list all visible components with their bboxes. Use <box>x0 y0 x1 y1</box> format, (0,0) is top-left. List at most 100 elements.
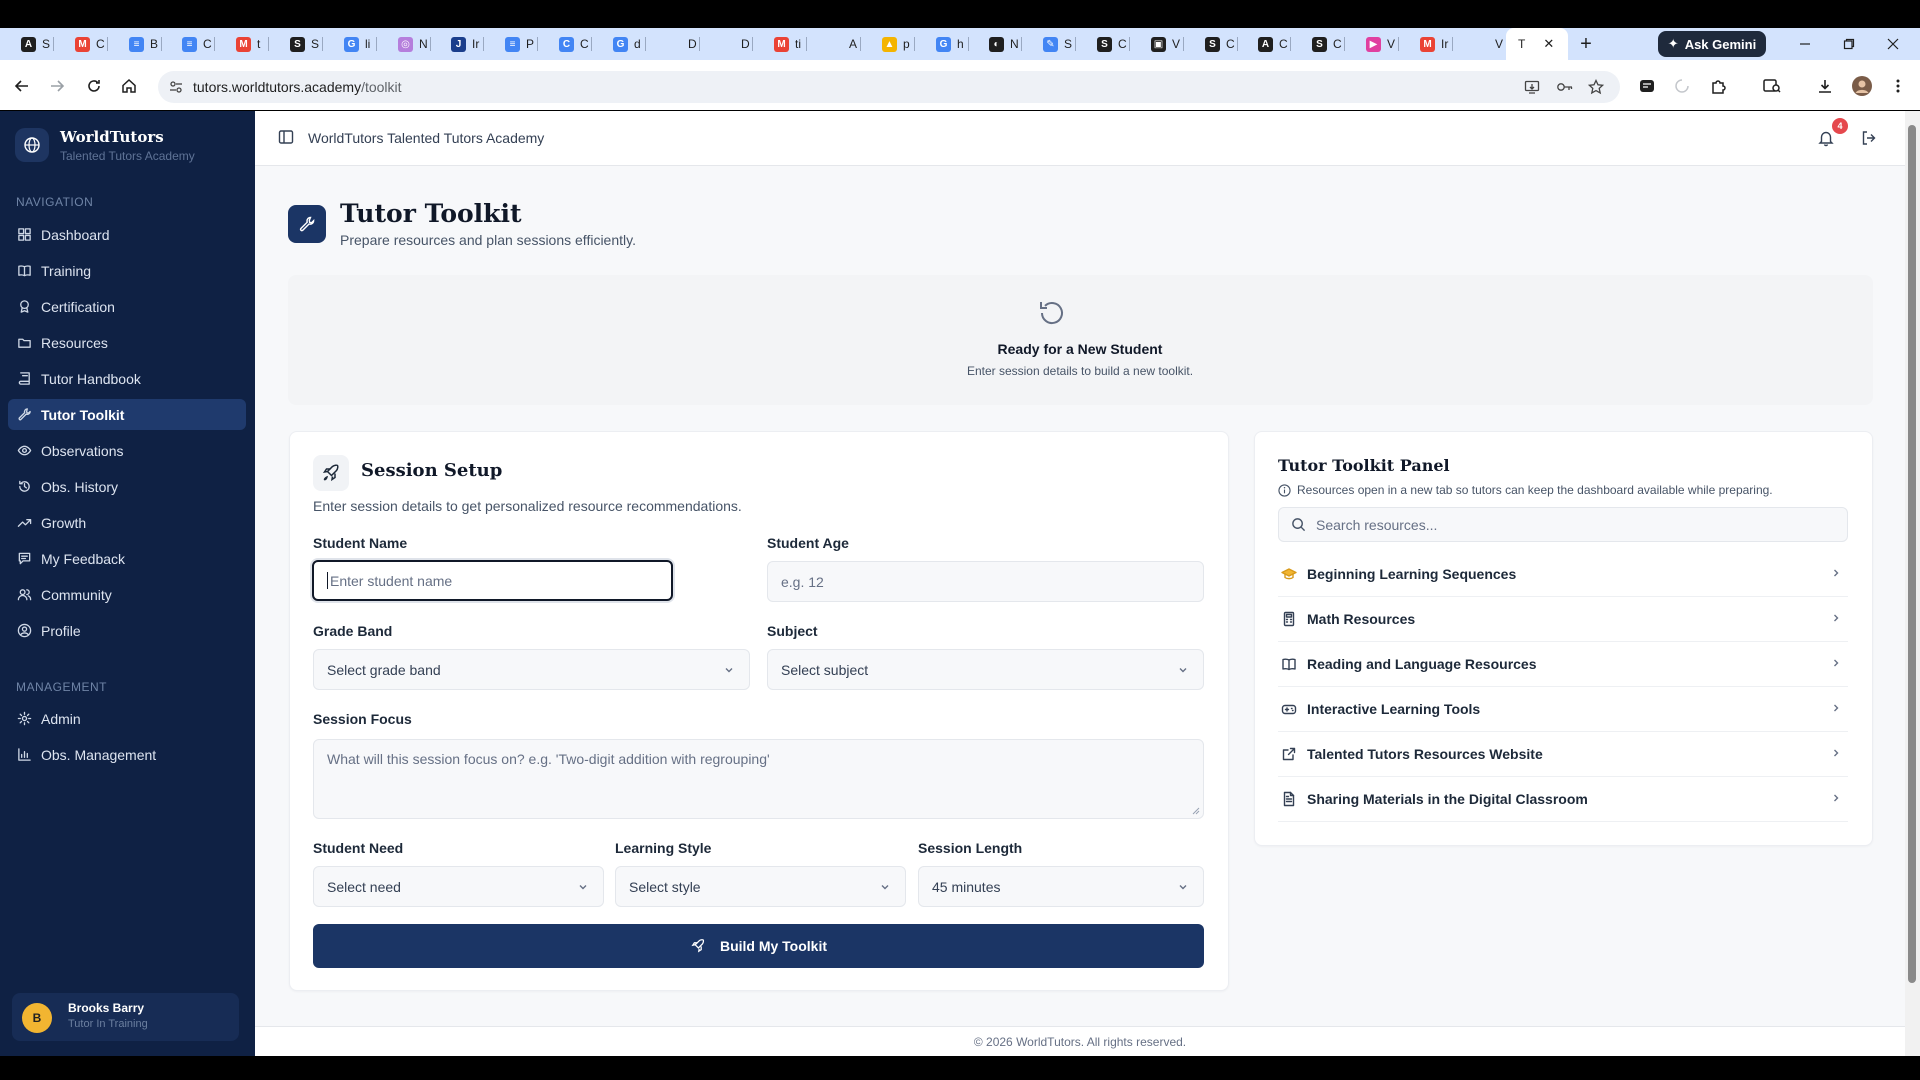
user-card[interactable]: B Brooks Barry Tutor In Training <box>12 993 239 1041</box>
browser-tab[interactable]: Mti <box>753 28 807 60</box>
install-app-icon[interactable] <box>1524 79 1540 95</box>
browser-tab[interactable]: J Ir <box>430 28 484 60</box>
sidebar-item-training[interactable]: Training <box>8 255 246 286</box>
sidebar-item-certification[interactable]: Certification <box>8 291 246 322</box>
password-key-icon[interactable] <box>1556 79 1574 95</box>
forward-button[interactable] <box>45 74 69 98</box>
ask-gemini-button[interactable]: ✦ Ask Gemini <box>1658 31 1766 57</box>
browser-tab[interactable]: D <box>699 28 753 60</box>
student-age-input[interactable]: e.g. 12 <box>767 561 1204 602</box>
resource-item[interactable]: Sharing Materials in the Digital Classro… <box>1278 777 1848 822</box>
resource-item[interactable]: Interactive Learning Tools <box>1278 687 1848 732</box>
sidebar-item-observations[interactable]: Observations <box>8 435 246 466</box>
new-tab-button[interactable]: + <box>1572 28 1600 60</box>
browser-tab[interactable]: ◎ N <box>377 28 431 60</box>
page-title: Tutor Toolkit <box>340 199 522 228</box>
sidebar-item-label: Profile <box>41 622 81 639</box>
tab-favicon-icon: ≡ <box>182 36 197 52</box>
browser-tab[interactable]: SS <box>269 28 323 60</box>
sidebar-item-growth[interactable]: Growth <box>8 507 246 538</box>
browser-tab[interactable]: SC <box>1184 28 1238 60</box>
browser-tab[interactable]: ≡ P <box>484 28 538 60</box>
resize-handle-icon[interactable] <box>1192 807 1200 815</box>
tab-favicon-icon: ▶ <box>1366 36 1381 52</box>
build-toolkit-button[interactable]: Build My Toolkit <box>313 924 1204 968</box>
home-button[interactable] <box>117 74 141 98</box>
browser-tab[interactable]: ▲ p <box>861 28 915 60</box>
resource-item-label: Sharing Materials in the Digital Classro… <box>1307 791 1588 807</box>
back-button[interactable] <box>10 74 34 98</box>
subject-select[interactable]: Select subject <box>767 649 1204 690</box>
browser-tab[interactable]: V <box>1453 28 1507 60</box>
sidebar-item-obs-history[interactable]: Obs. History <box>8 471 246 502</box>
sidebar-item-dashboard[interactable]: Dashboard <box>8 219 246 250</box>
restore-window-button[interactable] <box>1827 28 1871 60</box>
browser-tab[interactable]: SC <box>1291 28 1345 60</box>
session-length-select[interactable]: 45 minutes <box>918 866 1204 907</box>
tab-label: Ir <box>472 37 480 51</box>
address-bar[interactable]: tutors.worldtutors.academy/toolkit <box>158 71 1620 103</box>
tab-label: h <box>957 37 964 51</box>
tab-favicon-icon: ✎ <box>1043 36 1058 52</box>
browser-tab[interactable]: Gh <box>915 28 969 60</box>
resource-search-input[interactable]: Search resources... <box>1278 507 1848 542</box>
browser-tab[interactable]: Gd <box>592 28 646 60</box>
session-focus-textarea[interactable]: What will this session focus on? e.g. 'T… <box>313 739 1204 819</box>
browser-tab[interactable]: D <box>646 28 700 60</box>
browser-tab[interactable]: ≡ C <box>161 28 215 60</box>
sidebar-item-admin[interactable]: Admin <box>8 703 246 734</box>
resource-item[interactable]: Math Resources <box>1278 597 1848 642</box>
browser-tab[interactable]: AC <box>1237 28 1291 60</box>
grade-band-select[interactable]: Select grade band <box>313 649 750 690</box>
close-tab-icon[interactable]: ✕ <box>1543 36 1554 52</box>
browser-tab[interactable]: CC <box>538 28 592 60</box>
sidebar-item-community[interactable]: Community <box>8 579 246 610</box>
browser-tab[interactable]: M Ir <box>1399 28 1453 60</box>
browser-tab[interactable]: SC <box>1076 28 1130 60</box>
logout-icon[interactable] <box>1861 130 1877 146</box>
learning-style-select[interactable]: Select style <box>615 866 906 907</box>
student-name-input[interactable]: Enter student name <box>312 560 673 601</box>
student-need-select[interactable]: Select need <box>313 866 604 907</box>
scrollbar-thumb[interactable] <box>1908 125 1916 983</box>
reload-button[interactable] <box>82 74 106 98</box>
tab-favicon-icon: ≡ <box>505 36 520 52</box>
resource-item[interactable]: Reading and Language Resources <box>1278 642 1848 687</box>
chevron-right-icon <box>1830 612 1842 624</box>
sidebar-item-profile[interactable]: Profile <box>8 615 246 646</box>
tab-favicon-icon: M <box>1420 36 1435 52</box>
avatar: B <box>22 1003 52 1033</box>
browser-tab[interactable]: MC <box>54 28 108 60</box>
sidebar-item-tutor-handbook[interactable]: Tutor Handbook <box>8 363 246 394</box>
resource-item[interactable]: Talented Tutors Resources Website <box>1278 732 1848 777</box>
sidebar-item-obs-management[interactable]: Obs. Management <box>8 739 246 770</box>
browser-tab[interactable]: ◐ N <box>968 28 1022 60</box>
browser-menu-icon[interactable] <box>1886 74 1910 98</box>
tab-label: C <box>96 37 105 51</box>
sidebar-item-tutor-toolkit[interactable]: Tutor Toolkit <box>8 399 246 430</box>
site-info-icon[interactable] <box>168 79 184 95</box>
extensions-puzzle-icon[interactable] <box>1707 74 1731 98</box>
browser-tab[interactable]: A <box>807 28 861 60</box>
browser-tab-active[interactable]: T ✕ <box>1506 28 1568 60</box>
browser-tab[interactable]: Gli <box>323 28 377 60</box>
extension-chat-icon[interactable] <box>1635 74 1659 98</box>
bookmark-star-icon[interactable] <box>1588 79 1604 95</box>
sidebar-item-my-feedback[interactable]: My Feedback <box>8 543 246 574</box>
bell-icon[interactable] <box>1817 129 1835 147</box>
tab-search-icon[interactable] <box>1760 74 1784 98</box>
close-window-button[interactable] <box>1871 28 1915 60</box>
browser-tab[interactable]: AS <box>0 28 54 60</box>
minimize-window-button[interactable] <box>1783 28 1827 60</box>
browser-tab[interactable]: ≡ B <box>108 28 162 60</box>
profile-avatar-icon[interactable] <box>1850 74 1874 98</box>
browser-tab[interactable]: ✎ S <box>1022 28 1076 60</box>
session-focus-label: Session Focus <box>313 711 412 727</box>
sidebar-toggle-icon[interactable] <box>278 129 294 145</box>
sidebar-item-resources[interactable]: Resources <box>8 327 246 358</box>
browser-tab[interactable]: ▣ V <box>1130 28 1184 60</box>
browser-tab[interactable]: Mt <box>215 28 269 60</box>
browser-tab[interactable]: ▶ V <box>1345 28 1399 60</box>
downloads-icon[interactable] <box>1813 74 1837 98</box>
resource-item[interactable]: Beginning Learning Sequences <box>1278 552 1848 597</box>
